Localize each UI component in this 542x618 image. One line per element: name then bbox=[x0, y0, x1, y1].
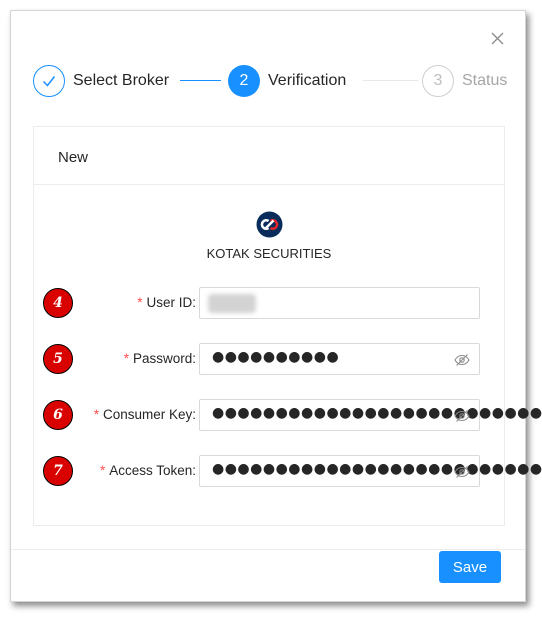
access-token-input[interactable]: ●●●●●●●●●●●●●●●●●●●●●●●●●● bbox=[199, 455, 542, 487]
broker-setup-modal: Select Broker 2 Verification 3 Status Ne… bbox=[10, 10, 542, 602]
eye-invisible-icon[interactable] bbox=[454, 352, 470, 368]
blurred-user-id bbox=[208, 294, 256, 313]
consumer-key-input[interactable]: ●●●●●●●●●●●●●●●●●●●●●●●●●● bbox=[199, 399, 542, 431]
close-icon bbox=[491, 32, 503, 44]
password-input[interactable]: ●●●●●●●●●● bbox=[199, 343, 480, 375]
step-verification: 2 Verification bbox=[228, 64, 346, 98]
step-3-title: Status bbox=[462, 72, 508, 89]
access-token-label-text: Access Token: bbox=[109, 463, 196, 478]
user-id-label: * User ID: bbox=[137, 295, 196, 310]
eye-invisible-icon[interactable] bbox=[454, 408, 470, 424]
step-badge-5: 5 bbox=[43, 344, 73, 374]
password-label: * Password: bbox=[124, 351, 196, 366]
step-2-circle: 2 bbox=[228, 65, 260, 97]
step-badge-7: 7 bbox=[43, 456, 73, 486]
card-title: New bbox=[34, 127, 504, 185]
step-select-broker[interactable]: Select Broker bbox=[33, 64, 169, 98]
step-status: 3 Status bbox=[422, 64, 507, 98]
kotak-logo-icon bbox=[256, 211, 283, 238]
consumer-key-value: ●●●●●●●●●●●●●●●●●●●●●●●●●● bbox=[212, 405, 542, 421]
access-token-label: * Access Token: bbox=[100, 463, 196, 478]
step-connector-1 bbox=[180, 80, 221, 81]
step-badge-4: 4 bbox=[43, 288, 73, 318]
close-button[interactable] bbox=[487, 28, 507, 48]
user-id-label-text: User ID: bbox=[146, 295, 196, 310]
eye-invisible-icon[interactable] bbox=[454, 464, 470, 480]
user-id-input[interactable] bbox=[199, 287, 480, 319]
step-1-title: Select Broker bbox=[73, 72, 170, 89]
consumer-key-label: * Consumer Key: bbox=[94, 407, 196, 422]
access-token-value: ●●●●●●●●●●●●●●●●●●●●●●●●●● bbox=[212, 461, 542, 477]
required-mark: * bbox=[137, 295, 143, 310]
step-connector-2 bbox=[363, 80, 418, 81]
check-icon bbox=[42, 76, 56, 87]
step-badge-6: 6 bbox=[43, 400, 73, 430]
save-button[interactable]: Save bbox=[439, 551, 501, 583]
consumer-key-label-text: Consumer Key: bbox=[102, 407, 196, 422]
password-row: 5 * Password: ●●●●●●●●●● bbox=[34, 343, 504, 375]
steps-indicator: Select Broker 2 Verification 3 Status bbox=[33, 64, 511, 98]
step-3-circle: 3 bbox=[422, 65, 454, 97]
broker-card: New KOTAK SECURITIES 4 * User ID: 5 * Pass… bbox=[33, 126, 542, 526]
consumer-key-row: 6 * Consumer Key: ●●●●●●●●●●●●●●●●●●●●●●●… bbox=[34, 399, 542, 431]
access-token-row: 7 * Access Token: ●●●●●●●●●●●●●●●●●●●●●●●… bbox=[34, 455, 542, 487]
modal-footer-divider bbox=[11, 549, 525, 550]
required-mark: * bbox=[93, 407, 99, 422]
step-2-title: Verification bbox=[268, 72, 347, 89]
broker-name: KOTAK SECURITIES bbox=[206, 246, 332, 261]
password-value: ●●●●●●●●●● bbox=[212, 349, 340, 365]
required-mark: * bbox=[123, 351, 129, 366]
user-id-row: 4 * User ID: bbox=[34, 287, 504, 319]
password-label-text: Password: bbox=[132, 351, 196, 366]
required-mark: * bbox=[99, 463, 106, 478]
step-1-circle bbox=[33, 65, 65, 97]
